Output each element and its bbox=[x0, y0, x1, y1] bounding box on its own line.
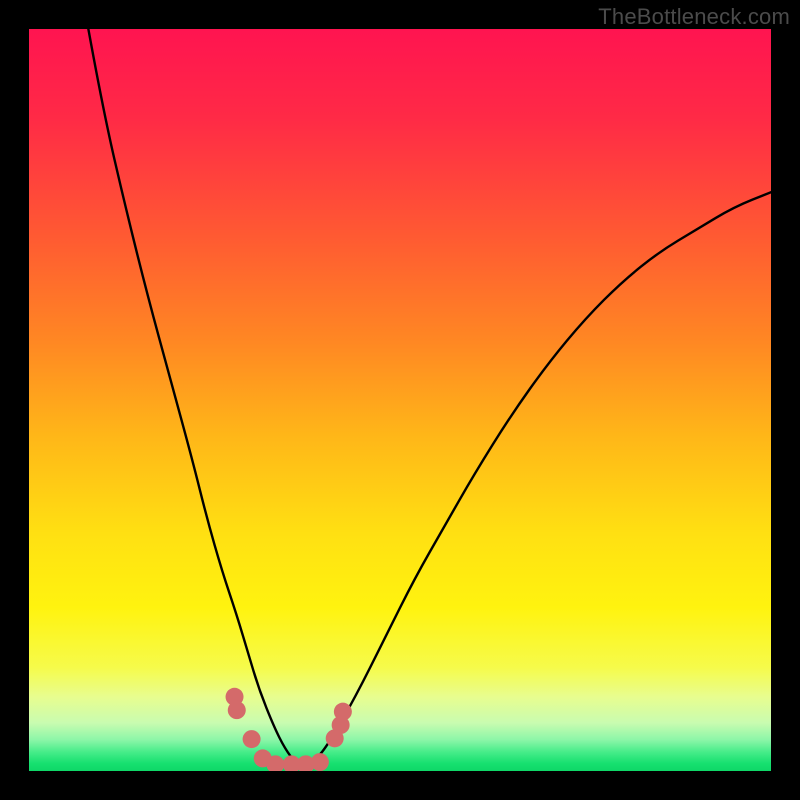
chart-frame bbox=[29, 29, 771, 771]
bottleneck-curve bbox=[88, 29, 771, 764]
marker-dot bbox=[228, 701, 246, 719]
watermark-text: TheBottleneck.com bbox=[598, 4, 790, 30]
marker-dot bbox=[334, 703, 352, 721]
chart-svg bbox=[29, 29, 771, 771]
marker-dot bbox=[311, 753, 329, 771]
marker-cluster bbox=[226, 688, 352, 771]
marker-dot bbox=[243, 730, 261, 748]
